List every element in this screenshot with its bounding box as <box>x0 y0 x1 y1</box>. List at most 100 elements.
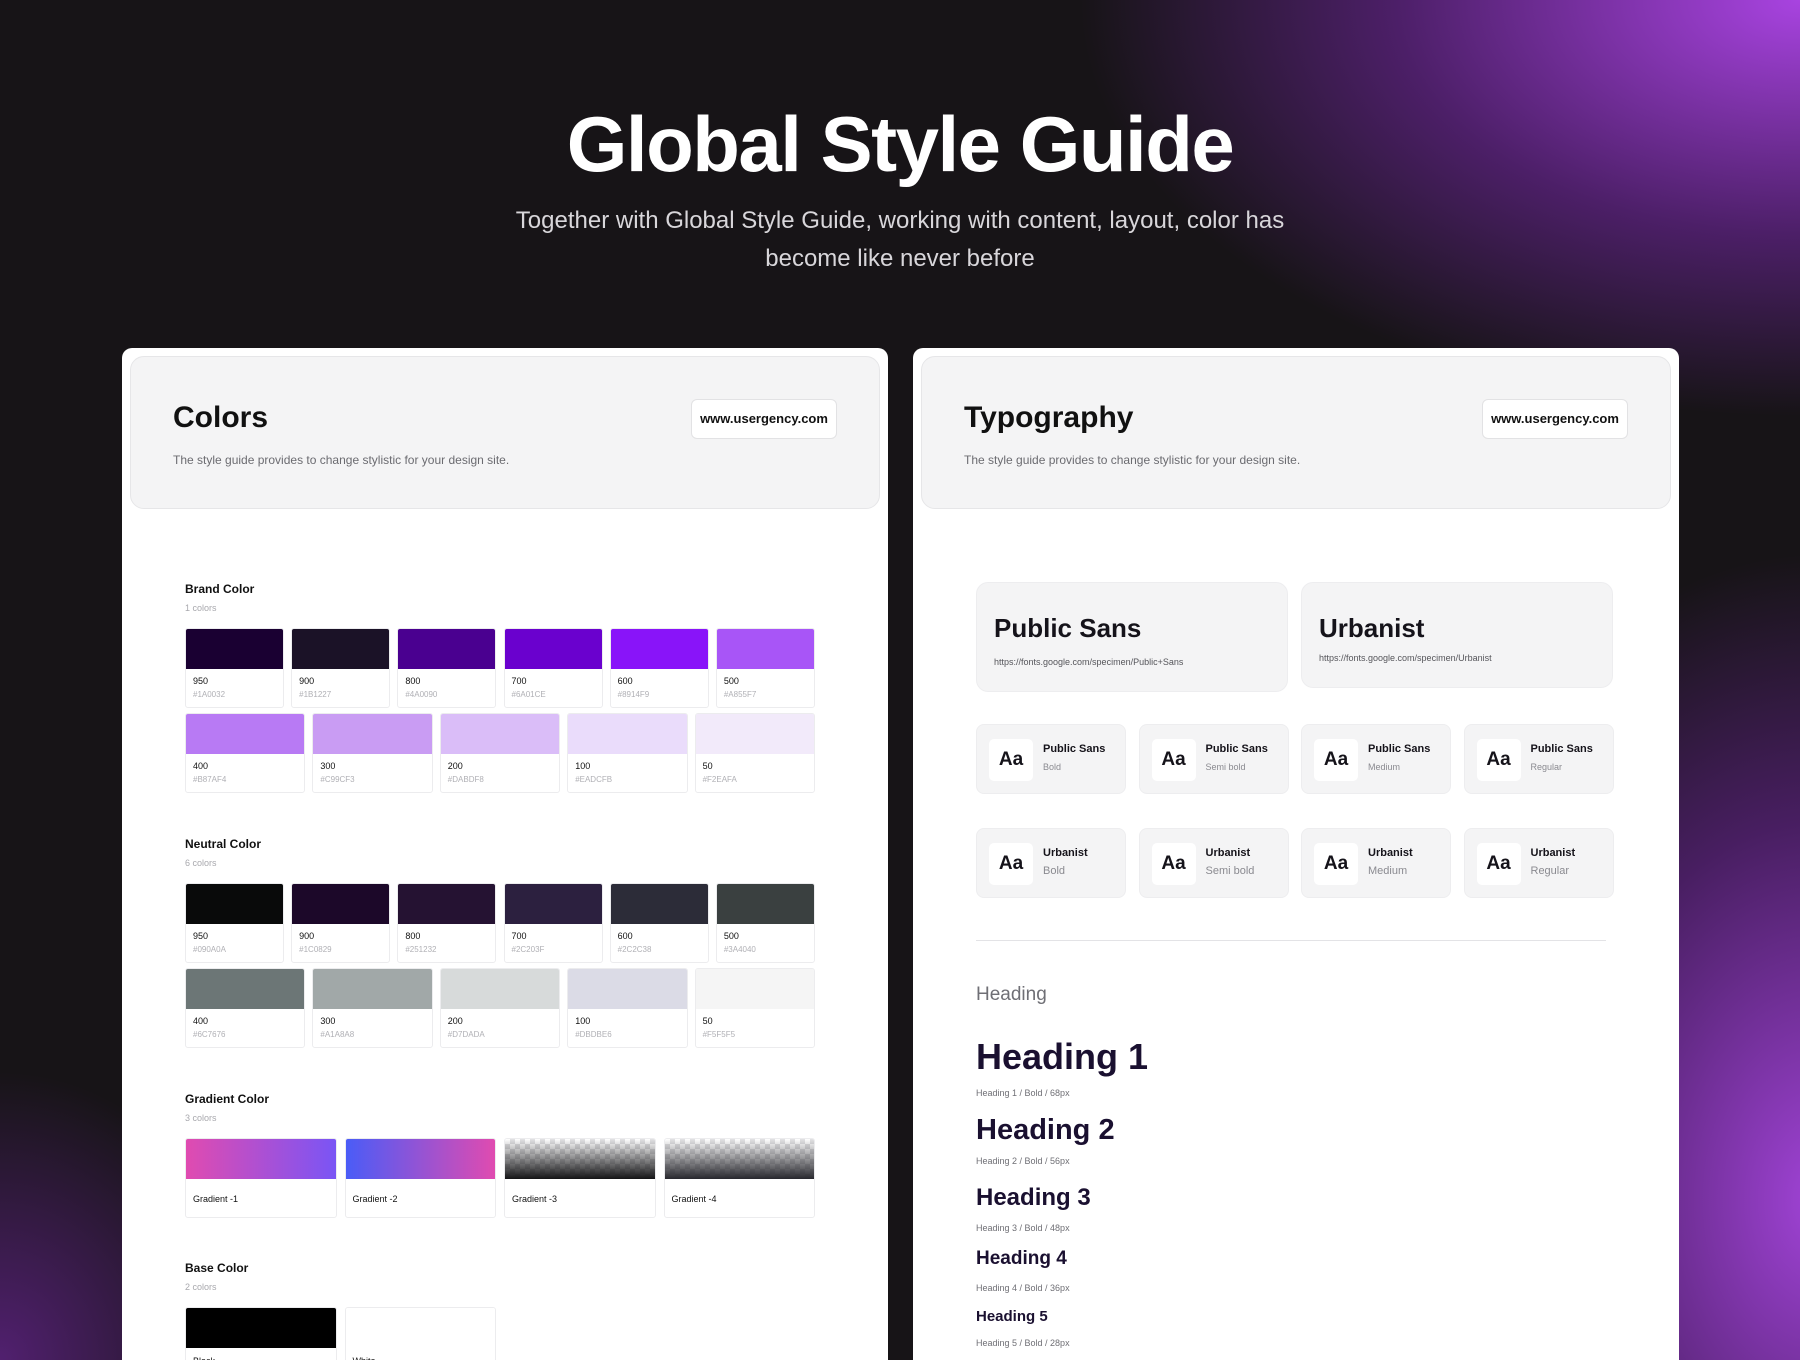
swatch-name: 400 <box>193 761 209 771</box>
swatch-hex: #A855F7 <box>723 690 757 699</box>
typography-description: The style guide provides to change styli… <box>964 453 1301 467</box>
aa-sample: Aa <box>989 843 1033 885</box>
gradient-swatch-3[interactable]: Gradient -3 <box>504 1138 656 1218</box>
weight-name: Bold <box>1043 762 1062 772</box>
colors-header: Colors The style guide provides to chang… <box>130 356 880 509</box>
urbanist-weight-semi-bold[interactable]: Aa Urbanist Semi bold <box>1138 828 1289 898</box>
font-url[interactable]: https://fonts.google.com/specimen/Public… <box>994 657 1183 667</box>
neutral-color-title: Neutral Color <box>185 837 262 851</box>
neutral-swatch-900[interactable]: 900 #1C0829 <box>291 883 391 963</box>
weight-font-name: Public Sans <box>1043 743 1106 755</box>
swatch-fill <box>504 884 602 924</box>
brand-swatch-500[interactable]: 500 #A855F7 <box>715 628 815 708</box>
swatch-fill <box>716 629 814 669</box>
base-swatch-white[interactable]: White <box>344 1307 496 1360</box>
base-swatch-black[interactable]: Black <box>185 1307 337 1360</box>
swatch-fill <box>398 884 496 924</box>
weight-name: Medium <box>1368 762 1401 772</box>
gradient-fill <box>186 1139 336 1179</box>
neutral-swatch-100[interactable]: 100 #DBDBE6 <box>567 968 688 1048</box>
swatch-fill <box>440 714 560 754</box>
urbanist-weight-medium[interactable]: Aa Urbanist Medium <box>1301 828 1451 898</box>
weight-name: Bold <box>1043 865 1066 877</box>
heading-2-sample: Heading 2 <box>976 1114 1115 1146</box>
urbanist-weight-regular[interactable]: Aa Urbanist Regular <box>1463 828 1614 898</box>
aa-sample: Aa <box>1314 843 1358 885</box>
colors-title: Colors <box>173 401 269 434</box>
swatch-name: 900 <box>299 931 315 941</box>
brand-swatch-900[interactable]: 900 #1B1227 <box>291 628 391 708</box>
brand-color-count: 1 colors <box>185 603 217 613</box>
neutral-swatch-200[interactable]: 200 #D7DADA <box>439 968 561 1048</box>
typography-title: Typography <box>964 401 1134 434</box>
base-fill <box>186 1308 336 1348</box>
heading-2-caption: Heading 2 / Bold / 56px <box>976 1156 1070 1166</box>
weight-name: Semi bold <box>1205 762 1246 772</box>
brand-swatch-200[interactable]: 200 #DABDF8 <box>439 713 561 793</box>
brand-swatch-700[interactable]: 700 #6A01CE <box>503 628 603 708</box>
swatch-fill <box>186 969 305 1009</box>
heading-5-sample: Heading 5 <box>976 1308 1048 1325</box>
neutral-swatch-950[interactable]: 950 #090A0A <box>185 883 285 963</box>
public-sans-weight-regular[interactable]: Aa Public Sans Regular <box>1463 724 1614 794</box>
neutral-swatch-300[interactable]: 300 #A1A8A8 <box>312 968 433 1048</box>
weight-font-name: Public Sans <box>1530 743 1593 755</box>
swatch-hex: #DABDF8 <box>447 775 484 784</box>
brand-swatch-100[interactable]: 100 #EADCFB <box>567 713 688 793</box>
swatch-name: 50 <box>702 1016 713 1026</box>
gradient-swatch-2[interactable]: Gradient -2 <box>344 1138 496 1218</box>
brand-swatch-600[interactable]: 600 #8914F9 <box>609 628 709 708</box>
aa-sample: Aa <box>989 739 1033 781</box>
base-color-title: Base Color <box>185 1261 249 1275</box>
public-sans-weight-medium[interactable]: Aa Public Sans Medium <box>1301 724 1451 794</box>
swatch-fill <box>440 969 560 1009</box>
swatch-hex: #B87AF4 <box>193 775 227 784</box>
neutral-swatch-500[interactable]: 500 #3A4040 <box>715 883 815 963</box>
font-name: Public Sans <box>994 613 1142 643</box>
swatch-fill <box>610 884 708 924</box>
swatch-hex: #A1A8A8 <box>320 1030 355 1039</box>
neutral-swatch-400[interactable]: 400 #6C7676 <box>185 968 306 1048</box>
brand-swatch-950[interactable]: 950 #1A0032 <box>185 628 285 708</box>
swatch-name: 300 <box>320 761 336 771</box>
public-sans-weight-bold[interactable]: Aa Public Sans Bold <box>976 724 1126 794</box>
swatch-hex: #090A0A <box>193 945 226 954</box>
swatch-hex: #D7DADA <box>447 1030 485 1039</box>
neutral-swatch-800[interactable]: 800 #251232 <box>397 883 497 963</box>
font-card-urbanist[interactable]: Urbanist https://fonts.google.com/specim… <box>1301 582 1613 688</box>
brand-swatch-800[interactable]: 800 #4A0090 <box>397 628 497 708</box>
gradient-fill <box>345 1139 495 1179</box>
typography-url-button[interactable]: www.usergency.com <box>1482 399 1628 439</box>
weight-font-name: Urbanist <box>1368 847 1413 859</box>
base-fill <box>345 1308 495 1348</box>
neutral-swatch-50[interactable]: 50 #F5F5F5 <box>694 968 815 1048</box>
gradient-swatch-1[interactable]: Gradient -1 <box>185 1138 337 1218</box>
neutral-swatch-700[interactable]: 700 #2C203F <box>503 883 603 963</box>
colors-url-button[interactable]: www.usergency.com <box>691 399 837 439</box>
public-sans-weight-semi-bold[interactable]: Aa Public Sans Semi bold <box>1138 724 1289 794</box>
swatch-name: 200 <box>447 1016 463 1026</box>
swatch-name: 100 <box>575 761 591 771</box>
weight-font-name: Urbanist <box>1043 847 1088 859</box>
swatch-hex: #DBDBE6 <box>575 1030 612 1039</box>
gradient-name: Gradient -1 <box>193 1194 239 1204</box>
urbanist-weight-bold[interactable]: Aa Urbanist Bold <box>976 828 1126 898</box>
font-card-public-sans[interactable]: Public Sans https://fonts.google.com/spe… <box>976 582 1288 692</box>
font-name: Urbanist <box>1319 613 1425 643</box>
aa-sample: Aa <box>1151 739 1196 781</box>
base-color-count: 2 colors <box>185 1282 217 1292</box>
gradient-swatch-4[interactable]: Gradient -4 <box>663 1138 815 1218</box>
brand-swatch-50[interactable]: 50 #F2EAFA <box>694 713 815 793</box>
neutral-swatch-600[interactable]: 600 #2C2C38 <box>609 883 709 963</box>
brand-swatch-400[interactable]: 400 #B87AF4 <box>185 713 306 793</box>
gradient-color-title: Gradient Color <box>185 1092 270 1106</box>
swatch-fill <box>186 884 284 924</box>
brand-swatch-300[interactable]: 300 #C99CF3 <box>312 713 433 793</box>
gradient-name: Gradient -2 <box>352 1194 398 1204</box>
swatch-hex: #6C7676 <box>193 1030 226 1039</box>
font-url[interactable]: https://fonts.google.com/specimen/Urbani… <box>1319 653 1492 663</box>
base-name: Black <box>193 1356 215 1360</box>
heading-3-caption: Heading 3 / Bold / 48px <box>976 1223 1070 1233</box>
aa-sample: Aa <box>1476 739 1521 781</box>
swatch-fill <box>186 629 284 669</box>
